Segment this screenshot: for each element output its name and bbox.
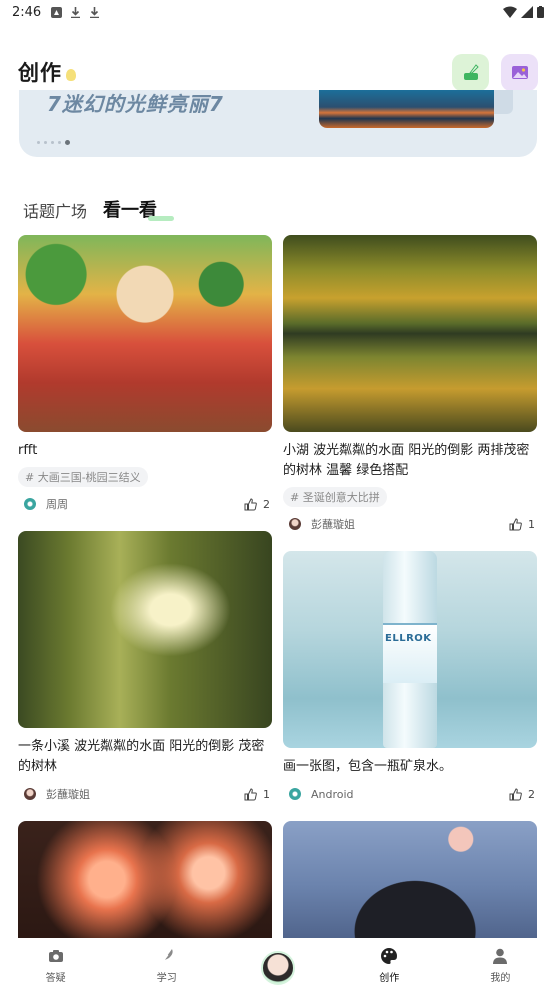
avatar[interactable] xyxy=(24,788,36,800)
author-name[interactable]: Android xyxy=(311,788,354,801)
banner-image xyxy=(319,90,494,128)
app-notification-icon xyxy=(51,6,63,18)
active-tab-indicator xyxy=(148,216,174,221)
carousel-indicator xyxy=(37,140,70,145)
bottle-label xyxy=(383,623,437,683)
carousel-dot xyxy=(51,141,54,144)
like-button[interactable]: 1 xyxy=(244,788,270,801)
card-title: rfft xyxy=(18,443,38,458)
nav-item-center[interactable] xyxy=(222,938,333,990)
nav-label: 答疑 xyxy=(45,973,66,984)
card-title: 一条小溪 波光粼粼的水面 阳光的倒影 茂密的树林 xyxy=(18,739,265,774)
card-meta: Android 2 xyxy=(283,785,537,803)
topic-tag[interactable]: # 大画三国-桃园三结义 xyxy=(18,467,148,487)
card-title: 小湖 波光粼粼的水面 阳光的倒影 两排茂密的树林 温馨 绿色搭配 xyxy=(283,443,530,478)
carousel-dot-active xyxy=(65,140,70,145)
feed-card[interactable]: rfft # 大画三国-桃园三结义 周周 2 xyxy=(18,235,272,513)
image-gallery-button[interactable] xyxy=(501,53,538,91)
carousel-dot xyxy=(44,141,47,144)
nav-item-study[interactable]: 学习 xyxy=(111,938,222,990)
bottle-brand: ELLROK xyxy=(385,633,432,644)
nav-item-mine[interactable]: 我的 xyxy=(445,938,556,990)
carousel-dot xyxy=(37,141,40,144)
feed-card[interactable]: 小湖 波光粼粼的水面 阳光的倒影 两排茂密的树林 温馨 绿色搭配 # 圣诞创意大… xyxy=(283,235,537,533)
feather-icon xyxy=(161,949,173,964)
nav-label: 我的 xyxy=(490,973,511,984)
lightbulb-icon xyxy=(66,69,76,81)
thumbs-up-icon xyxy=(244,497,257,510)
header-actions xyxy=(452,53,538,91)
status-notifications xyxy=(51,6,100,18)
status-time: 2:46 xyxy=(12,4,42,20)
feed-column-right: 小湖 波光粼粼的水面 阳光的倒影 两排茂密的树林 温馨 绿色搭配 # 圣诞创意大… xyxy=(283,235,537,939)
page-title: 创作 xyxy=(18,61,62,85)
nav-item-qa[interactable]: 答疑 xyxy=(0,938,111,990)
feed-tabs: 话题广场 看一看 xyxy=(23,196,157,222)
user-icon xyxy=(493,948,508,964)
card-image xyxy=(18,821,272,939)
wifi-icon xyxy=(503,6,517,18)
brush-icon xyxy=(463,64,479,80)
card-image: ELLROK xyxy=(283,551,537,748)
status-system-icons xyxy=(503,6,544,18)
avatar[interactable] xyxy=(289,788,301,800)
avatar[interactable] xyxy=(24,498,36,510)
card-image xyxy=(18,531,272,728)
author-name[interactable]: 彭蘸璇姐 xyxy=(311,516,355,532)
feed-card[interactable] xyxy=(283,821,537,939)
nav-item-create[interactable]: 创作 xyxy=(334,938,445,990)
feed-card[interactable] xyxy=(18,821,272,939)
card-meta: 彭蘸璇姐 1 xyxy=(283,515,537,533)
card-meta: 彭蘸璇姐 1 xyxy=(18,785,272,803)
banner-text: 7迷幻的光鲜亮丽7 xyxy=(47,92,224,116)
topic-tag[interactable]: # 圣诞创意大比拼 xyxy=(283,487,387,507)
author-name[interactable]: 彭蘸璇姐 xyxy=(46,786,90,802)
like-count: 2 xyxy=(263,497,270,511)
bottom-nav: 答疑 学习 创作 我的 xyxy=(0,938,556,990)
feed-column-left: rfft # 大画三国-桃园三结义 周周 2 一条小溪 波光粼粼的水面 阳光的倒… xyxy=(18,235,272,939)
nav-label: 创作 xyxy=(379,973,400,984)
download-icon xyxy=(90,6,100,18)
avatar[interactable] xyxy=(289,518,301,530)
nav-label: 学习 xyxy=(156,973,177,984)
ai-avatar-icon xyxy=(261,951,295,985)
thumbs-up-icon xyxy=(509,787,522,800)
like-button[interactable]: 2 xyxy=(509,788,535,801)
thumbs-up-icon xyxy=(244,787,257,800)
thumbs-up-icon xyxy=(509,517,522,530)
like-count: 1 xyxy=(528,517,535,531)
banner-carousel[interactable]: 7迷幻的光鲜亮丽7 xyxy=(19,90,537,157)
download-icon xyxy=(71,6,81,18)
camera-icon xyxy=(48,950,63,962)
feed-grid: rfft # 大画三国-桃园三结义 周周 2 一条小溪 波光粼粼的水面 阳光的倒… xyxy=(18,235,538,939)
feed-card[interactable]: ELLROK 画一张图，包含一瓶矿泉水。 Android 2 xyxy=(283,551,537,803)
carousel-dot xyxy=(58,141,61,144)
card-image xyxy=(18,235,272,432)
feed-card[interactable]: 一条小溪 波光粼粼的水面 阳光的倒影 茂密的树林 彭蘸璇姐 1 xyxy=(18,531,272,803)
battery-icon xyxy=(537,6,544,18)
like-button[interactable]: 2 xyxy=(244,498,270,511)
status-bar: 2:46 xyxy=(0,0,556,24)
picture-icon xyxy=(511,66,528,79)
palette-icon xyxy=(381,948,398,964)
card-image xyxy=(283,235,537,432)
author-name[interactable]: 周周 xyxy=(46,496,68,512)
card-image xyxy=(283,821,537,939)
header: 创作 xyxy=(0,50,556,94)
signal-icon xyxy=(521,6,533,18)
tab-topic-square[interactable]: 话题广场 xyxy=(23,198,87,222)
like-button[interactable]: 1 xyxy=(509,518,535,531)
card-meta: 周周 2 xyxy=(18,495,272,513)
like-count: 1 xyxy=(263,787,270,801)
card-title: 画一张图，包含一瓶矿泉水。 xyxy=(283,759,453,774)
draw-tool-button[interactable] xyxy=(452,53,489,91)
like-count: 2 xyxy=(528,787,535,801)
